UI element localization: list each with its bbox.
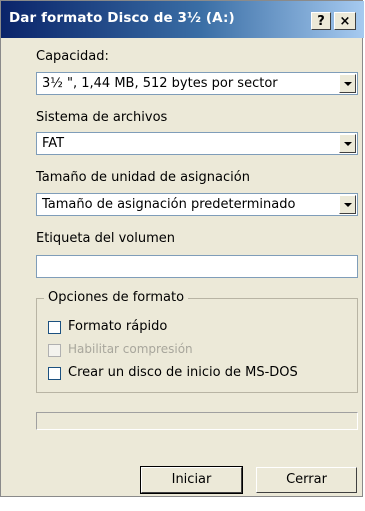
filesystem-select[interactable]: FAT: [36, 132, 358, 155]
format-dialog: Dar formato Disco de 3½ (A:) ? × Capacid…: [0, 0, 364, 497]
close-button[interactable]: Cerrar: [256, 467, 357, 493]
volume-label-input[interactable]: [36, 255, 358, 278]
chevron-down-icon[interactable]: [339, 134, 356, 153]
chevron-down-icon[interactable]: [339, 74, 356, 93]
filesystem-label: Sistema de archivos: [36, 110, 168, 125]
allocation-value: Tamaño de asignación predeterminado: [42, 197, 296, 212]
compression-label: Habilitar compresión: [68, 342, 193, 356]
help-button[interactable]: ?: [311, 12, 331, 30]
format-progress-bar: [36, 412, 358, 430]
chevron-down-icon[interactable]: [339, 195, 356, 214]
filesystem-value: FAT: [42, 136, 65, 151]
start-button[interactable]: Iniciar: [140, 466, 243, 494]
format-options-title: Opciones de formato: [44, 290, 189, 305]
msdos-boot-label[interactable]: Crear un disco de inicio de MS-DOS: [68, 365, 298, 380]
volume-label-label: Etiqueta del volumen: [36, 231, 176, 246]
capacity-select[interactable]: 3½ ", 1,44 MB, 512 bytes por sector: [36, 72, 358, 95]
quick-format-checkbox[interactable]: [48, 321, 61, 334]
capacity-value: 3½ ", 1,44 MB, 512 bytes por sector: [42, 76, 278, 91]
compression-checkbox: [48, 344, 61, 357]
close-window-button[interactable]: ×: [334, 12, 356, 30]
title-bar[interactable]: Dar formato Disco de 3½ (A:) ? ×: [1, 1, 364, 38]
window-title: Dar formato Disco de 3½ (A:): [9, 10, 235, 26]
allocation-label: Tamaño de unidad de asignación: [36, 170, 250, 185]
msdos-boot-checkbox[interactable]: [48, 367, 61, 380]
allocation-select[interactable]: Tamaño de asignación predeterminado: [36, 193, 358, 216]
capacity-label: Capacidad:: [36, 49, 109, 64]
quick-format-label[interactable]: Formato rápido: [68, 319, 167, 334]
